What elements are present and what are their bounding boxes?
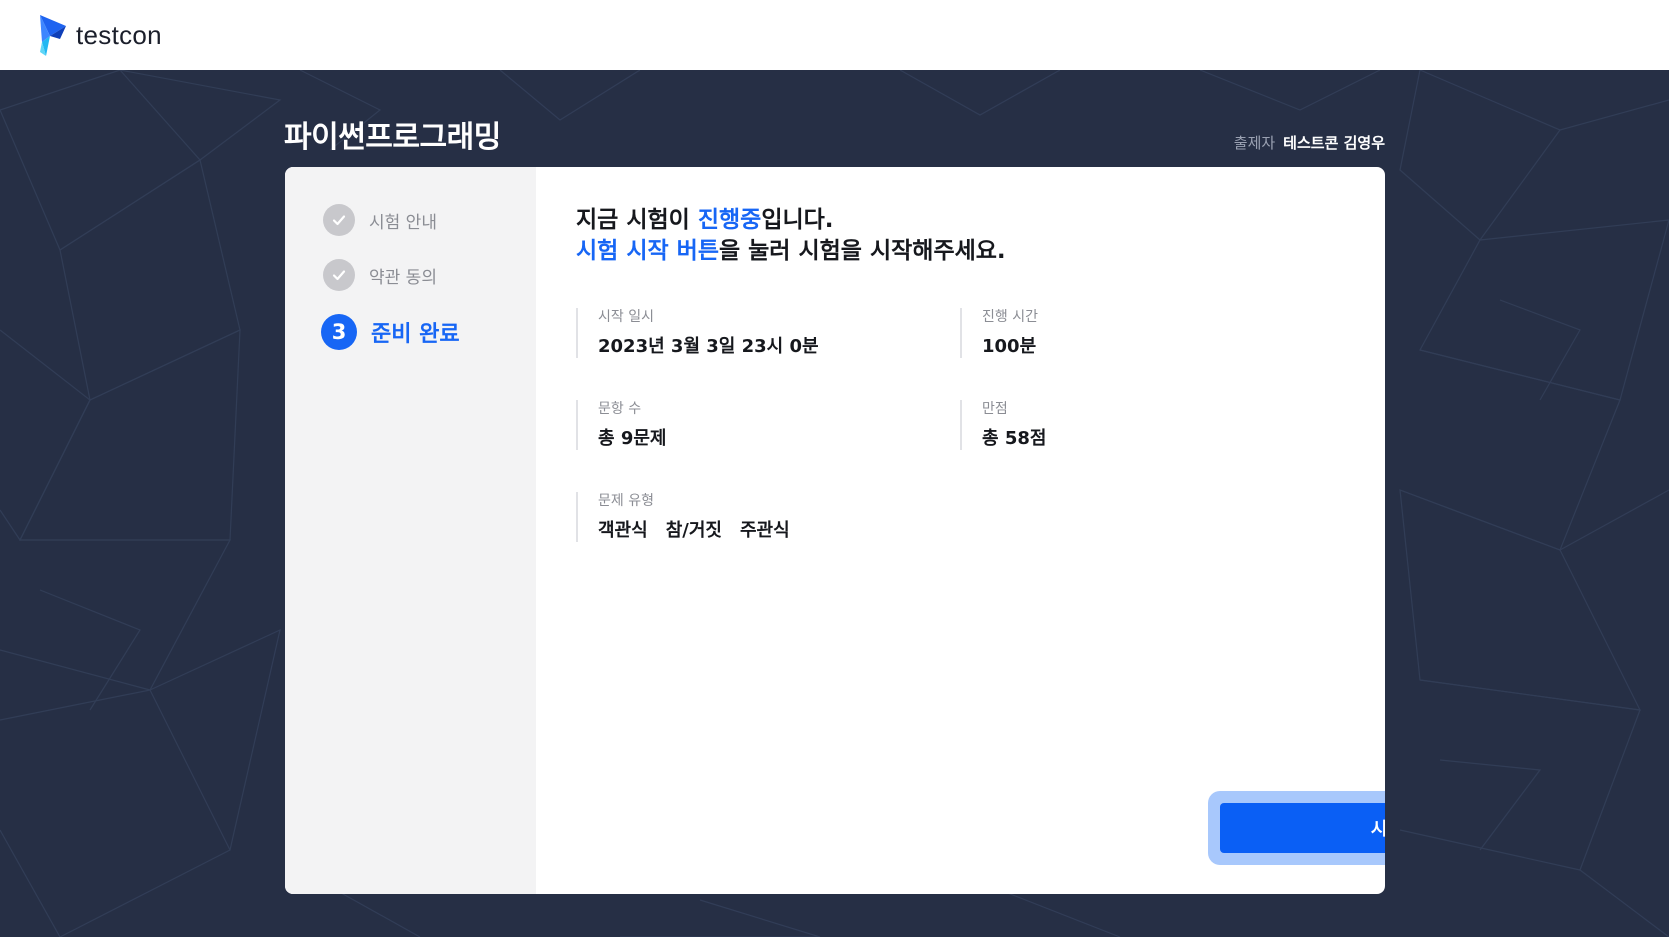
question-type: 참/거짓 [665, 520, 722, 541]
step-label: 준비 완료 [371, 322, 460, 347]
status-line-2: 시험 시작 버튼을 눌러 시험을 시작해주세요. [576, 236, 1006, 267]
exam-author: 출제자 테스트콘 김영우 [1234, 132, 1385, 153]
question-type: 객관식 [598, 520, 648, 541]
author-name: 테스트콘 김영우 [1283, 134, 1385, 152]
question-type-list: 객관식 참/거짓 주관식 [598, 520, 808, 542]
info-start-time: 시작 일시 2023년 3월 3일 23시 0분 [576, 308, 819, 358]
info-value: 100분 [982, 336, 1037, 357]
step-ready: 3 준비 완료 [321, 314, 460, 350]
info-label: 만점 [982, 401, 1008, 417]
info-duration: 진행 시간 100분 [960, 308, 1038, 358]
exam-info-card: 시험 안내 약관 동의 3 준비 완료 지금 시험이 진행중입니다. 시험 시작… [285, 167, 1385, 894]
info-value: 총 58점 [982, 428, 1047, 449]
testcon-logo-icon [40, 15, 66, 56]
testcon-logo[interactable]: testcon [36, 12, 162, 58]
status-highlight: 진행중 [697, 207, 762, 233]
status-text: 입니다. [761, 207, 834, 233]
step-sidebar: 시험 안내 약관 동의 3 준비 완료 [285, 167, 536, 894]
exam-details: 지금 시험이 진행중입니다. 시험 시작 버튼을 눌러 시험을 시작해주세요. … [536, 167, 1385, 894]
info-question-count: 문항 수 총 9문제 [576, 400, 666, 450]
brand-name: testcon [76, 19, 162, 50]
instruction-text: 을 눌러 시험을 시작해주세요. [718, 238, 1006, 264]
status-text: 지금 시험이 [576, 207, 698, 233]
top-navigation-bar: testcon [0, 0, 1669, 70]
info-max-score: 만점 총 58점 [960, 400, 1046, 450]
question-type: 주관식 [739, 520, 790, 541]
step-exam-guide: 시험 안내 [323, 204, 437, 236]
info-question-types: 문제 유형 객관식 참/거짓 주관식 [576, 492, 808, 542]
author-label: 출제자 [1233, 134, 1276, 152]
status-message: 지금 시험이 진행중입니다. 시험 시작 버튼을 눌러 시험을 시작해주세요. [576, 205, 1006, 267]
step-number-badge: 3 [321, 314, 357, 350]
exam-title: 파이썬프로그래밍 [284, 120, 501, 155]
start-exam-button[interactable]: 시험 시작 [1220, 803, 1385, 853]
start-button-focus-ring: 시험 시작 [1208, 791, 1385, 865]
step-label: 시험 안내 [369, 212, 437, 233]
instruction-highlight: 시험 시작 버튼 [576, 238, 719, 264]
status-line-1: 지금 시험이 진행중입니다. [576, 205, 1006, 236]
info-value: 2023년 3월 3일 23시 0분 [598, 336, 819, 357]
info-value: 총 9문제 [598, 428, 667, 449]
info-label: 진행 시간 [982, 309, 1038, 325]
info-label: 문항 수 [598, 401, 642, 417]
info-label: 문제 유형 [598, 493, 654, 509]
info-label: 시작 일시 [598, 309, 654, 325]
check-icon [323, 259, 355, 291]
check-icon [323, 204, 355, 236]
step-terms-agreement: 약관 동의 [323, 259, 437, 291]
step-label: 약관 동의 [369, 267, 437, 288]
